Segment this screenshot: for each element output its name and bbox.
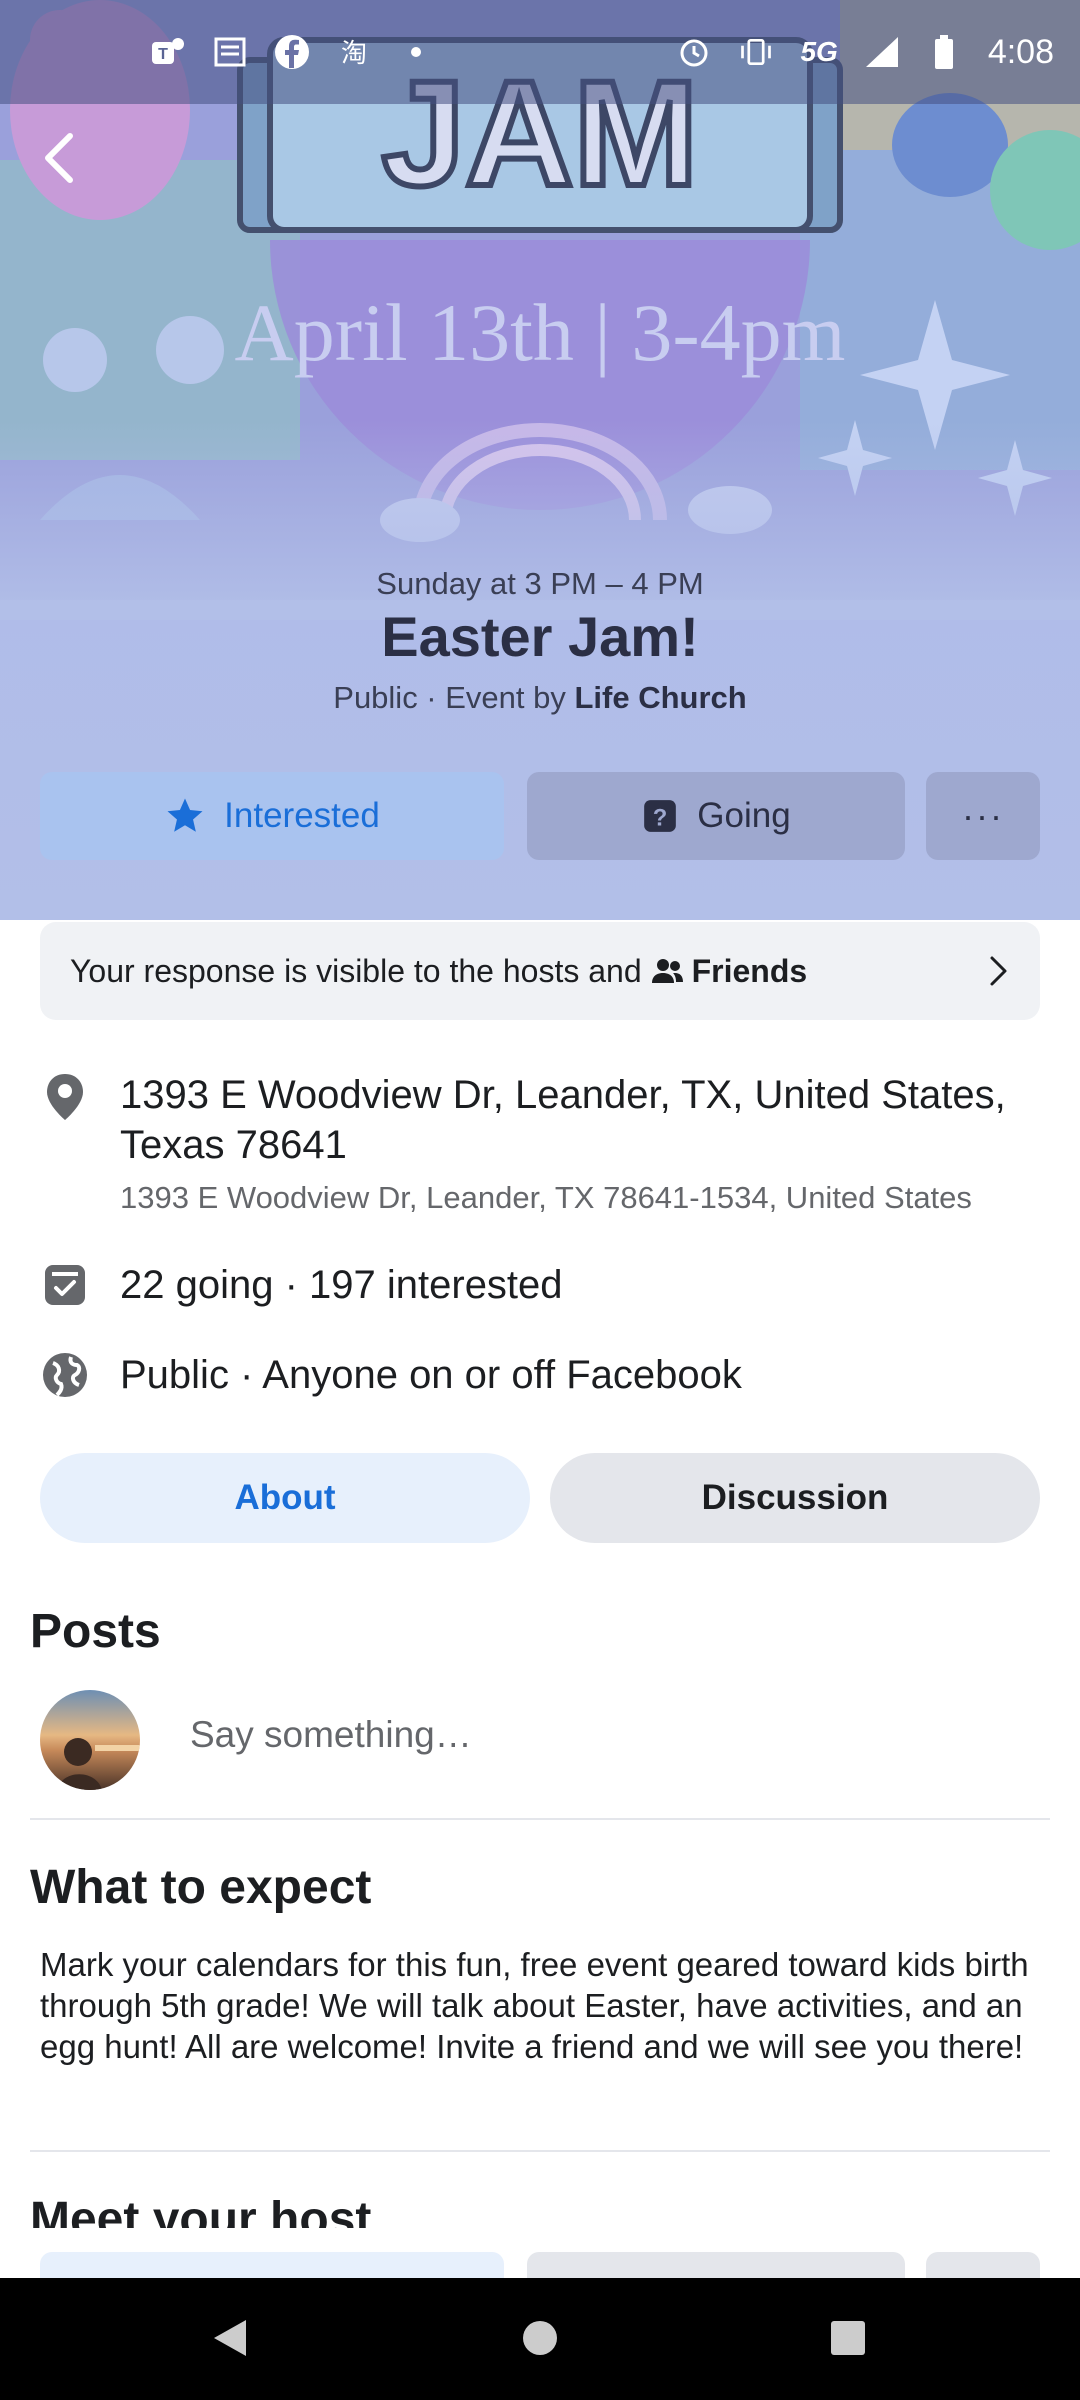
event-description: Mark your calendars for this fun, free e…	[40, 1946, 1029, 2065]
event-tabs: About Discussion	[40, 1453, 1040, 1543]
system-nav-bar	[0, 2278, 1080, 2400]
battery-icon	[926, 34, 962, 70]
location-row[interactable]: 1393 E Woodview Dr, Leander, TX, United …	[40, 1070, 1050, 1230]
question-ticket-icon: ?	[644, 800, 677, 832]
address-line: 1393 E Woodview Dr, Leander, TX, United …	[120, 1073, 1006, 1167]
status-bar: T 淘 5G 4:08	[0, 0, 1080, 104]
nav-back-button[interactable]	[200, 2308, 260, 2368]
sticky-more-button[interactable]	[926, 2252, 1040, 2278]
location-text: 1393 E Woodview Dr, Leander, TX, United …	[120, 1070, 1050, 1220]
taobao-icon: 淘	[336, 34, 372, 70]
event-meta: Public · Event by Life Church	[0, 680, 1080, 716]
alarm-icon	[676, 34, 712, 70]
event-host-link[interactable]: Life Church	[574, 680, 746, 715]
chevron-right-icon	[990, 956, 1007, 986]
say-something-input[interactable]: Say something…	[190, 1714, 472, 1756]
meet-host-heading: Meet your host	[30, 2193, 372, 2228]
dot-icon	[398, 34, 434, 70]
response-visibility-text: Your response is visible to the hosts an…	[70, 952, 642, 989]
privacy-row: Public · Anyone on or off Facebook	[40, 1350, 1050, 1410]
star-icon	[167, 798, 203, 832]
tab-discussion[interactable]: Discussion	[550, 1453, 1040, 1543]
location-pin-icon	[40, 1072, 90, 1122]
attendance-row[interactable]: 22 going · 197 interested	[40, 1260, 1050, 1320]
event-cover: JAM April 13th | 3-4pm T 淘 5G 4:08 Sunda…	[0, 0, 1080, 920]
address-sub: 1393 E Woodview Dr, Leander, TX 78641-15…	[120, 1180, 972, 1215]
cover-art-date-text: April 13th | 3-4pm	[235, 287, 846, 378]
interested-button[interactable]: Interested	[40, 772, 504, 860]
svg-text:T: T	[158, 46, 168, 63]
news-icon	[212, 34, 248, 70]
going-button[interactable]: ? Going	[527, 772, 905, 860]
globe-icon	[40, 1350, 90, 1400]
more-options-button[interactable]: ···	[926, 772, 1040, 860]
tab-about[interactable]: About	[40, 1453, 530, 1543]
going-label: Going	[697, 796, 791, 835]
nav-home-button[interactable]	[510, 2308, 570, 2368]
square-recents-icon	[831, 2321, 865, 2355]
interested-label: Interested	[224, 796, 380, 835]
sticky-rsvp-actions-peek	[40, 2252, 1040, 2278]
facebook-icon	[274, 34, 310, 70]
nav-recents-button[interactable]	[818, 2308, 878, 2368]
triangle-back-icon	[214, 2320, 246, 2356]
svg-text:淘: 淘	[341, 39, 367, 69]
back-button[interactable]	[30, 118, 90, 198]
divider	[30, 1818, 1050, 1820]
rsvp-actions: Interested ? Going ···	[40, 772, 1040, 860]
event-title: Easter Jam!	[381, 605, 699, 668]
clock: 4:08	[987, 32, 1054, 71]
event-datetime: Sunday at 3 PM – 4 PM	[376, 566, 704, 601]
status-left-icons: T 淘	[150, 34, 434, 70]
what-to-expect-heading: What to expect	[30, 1861, 372, 1914]
calendar-check-icon	[40, 1260, 90, 1310]
avatar[interactable]	[40, 1690, 140, 1790]
sticky-going-button[interactable]	[527, 2252, 905, 2278]
response-visibility-card[interactable]: Your response is visible to the hosts an…	[40, 922, 1040, 1020]
friends-icon	[651, 959, 683, 983]
vibrate-icon	[738, 34, 774, 70]
signal-icon	[864, 34, 900, 70]
teams-icon: T	[150, 34, 186, 70]
attendance-text: 22 going · 197 interested	[120, 1263, 563, 1307]
friends-audience: Friends	[650, 952, 808, 990]
sticky-interested-button[interactable]	[40, 2252, 504, 2278]
svg-text:?: ?	[653, 805, 668, 832]
chevron-left-icon	[45, 133, 73, 183]
status-right-icons: 5G 4:08	[676, 33, 1054, 72]
posts-heading: Posts	[30, 1605, 161, 1658]
friends-label: Friends	[691, 952, 808, 989]
event-privacy-prefix: Public · Event by	[333, 680, 575, 715]
network-type: 5G	[800, 36, 838, 67]
circle-home-icon	[523, 2321, 557, 2355]
divider	[30, 2150, 1050, 2152]
more-icon: ···	[962, 795, 1004, 836]
post-composer[interactable]: Say something…	[40, 1690, 1040, 1790]
meet-host-heading-clip: Meet your host	[0, 2180, 1080, 2228]
privacy-text: Public · Anyone on or off Facebook	[120, 1353, 742, 1397]
